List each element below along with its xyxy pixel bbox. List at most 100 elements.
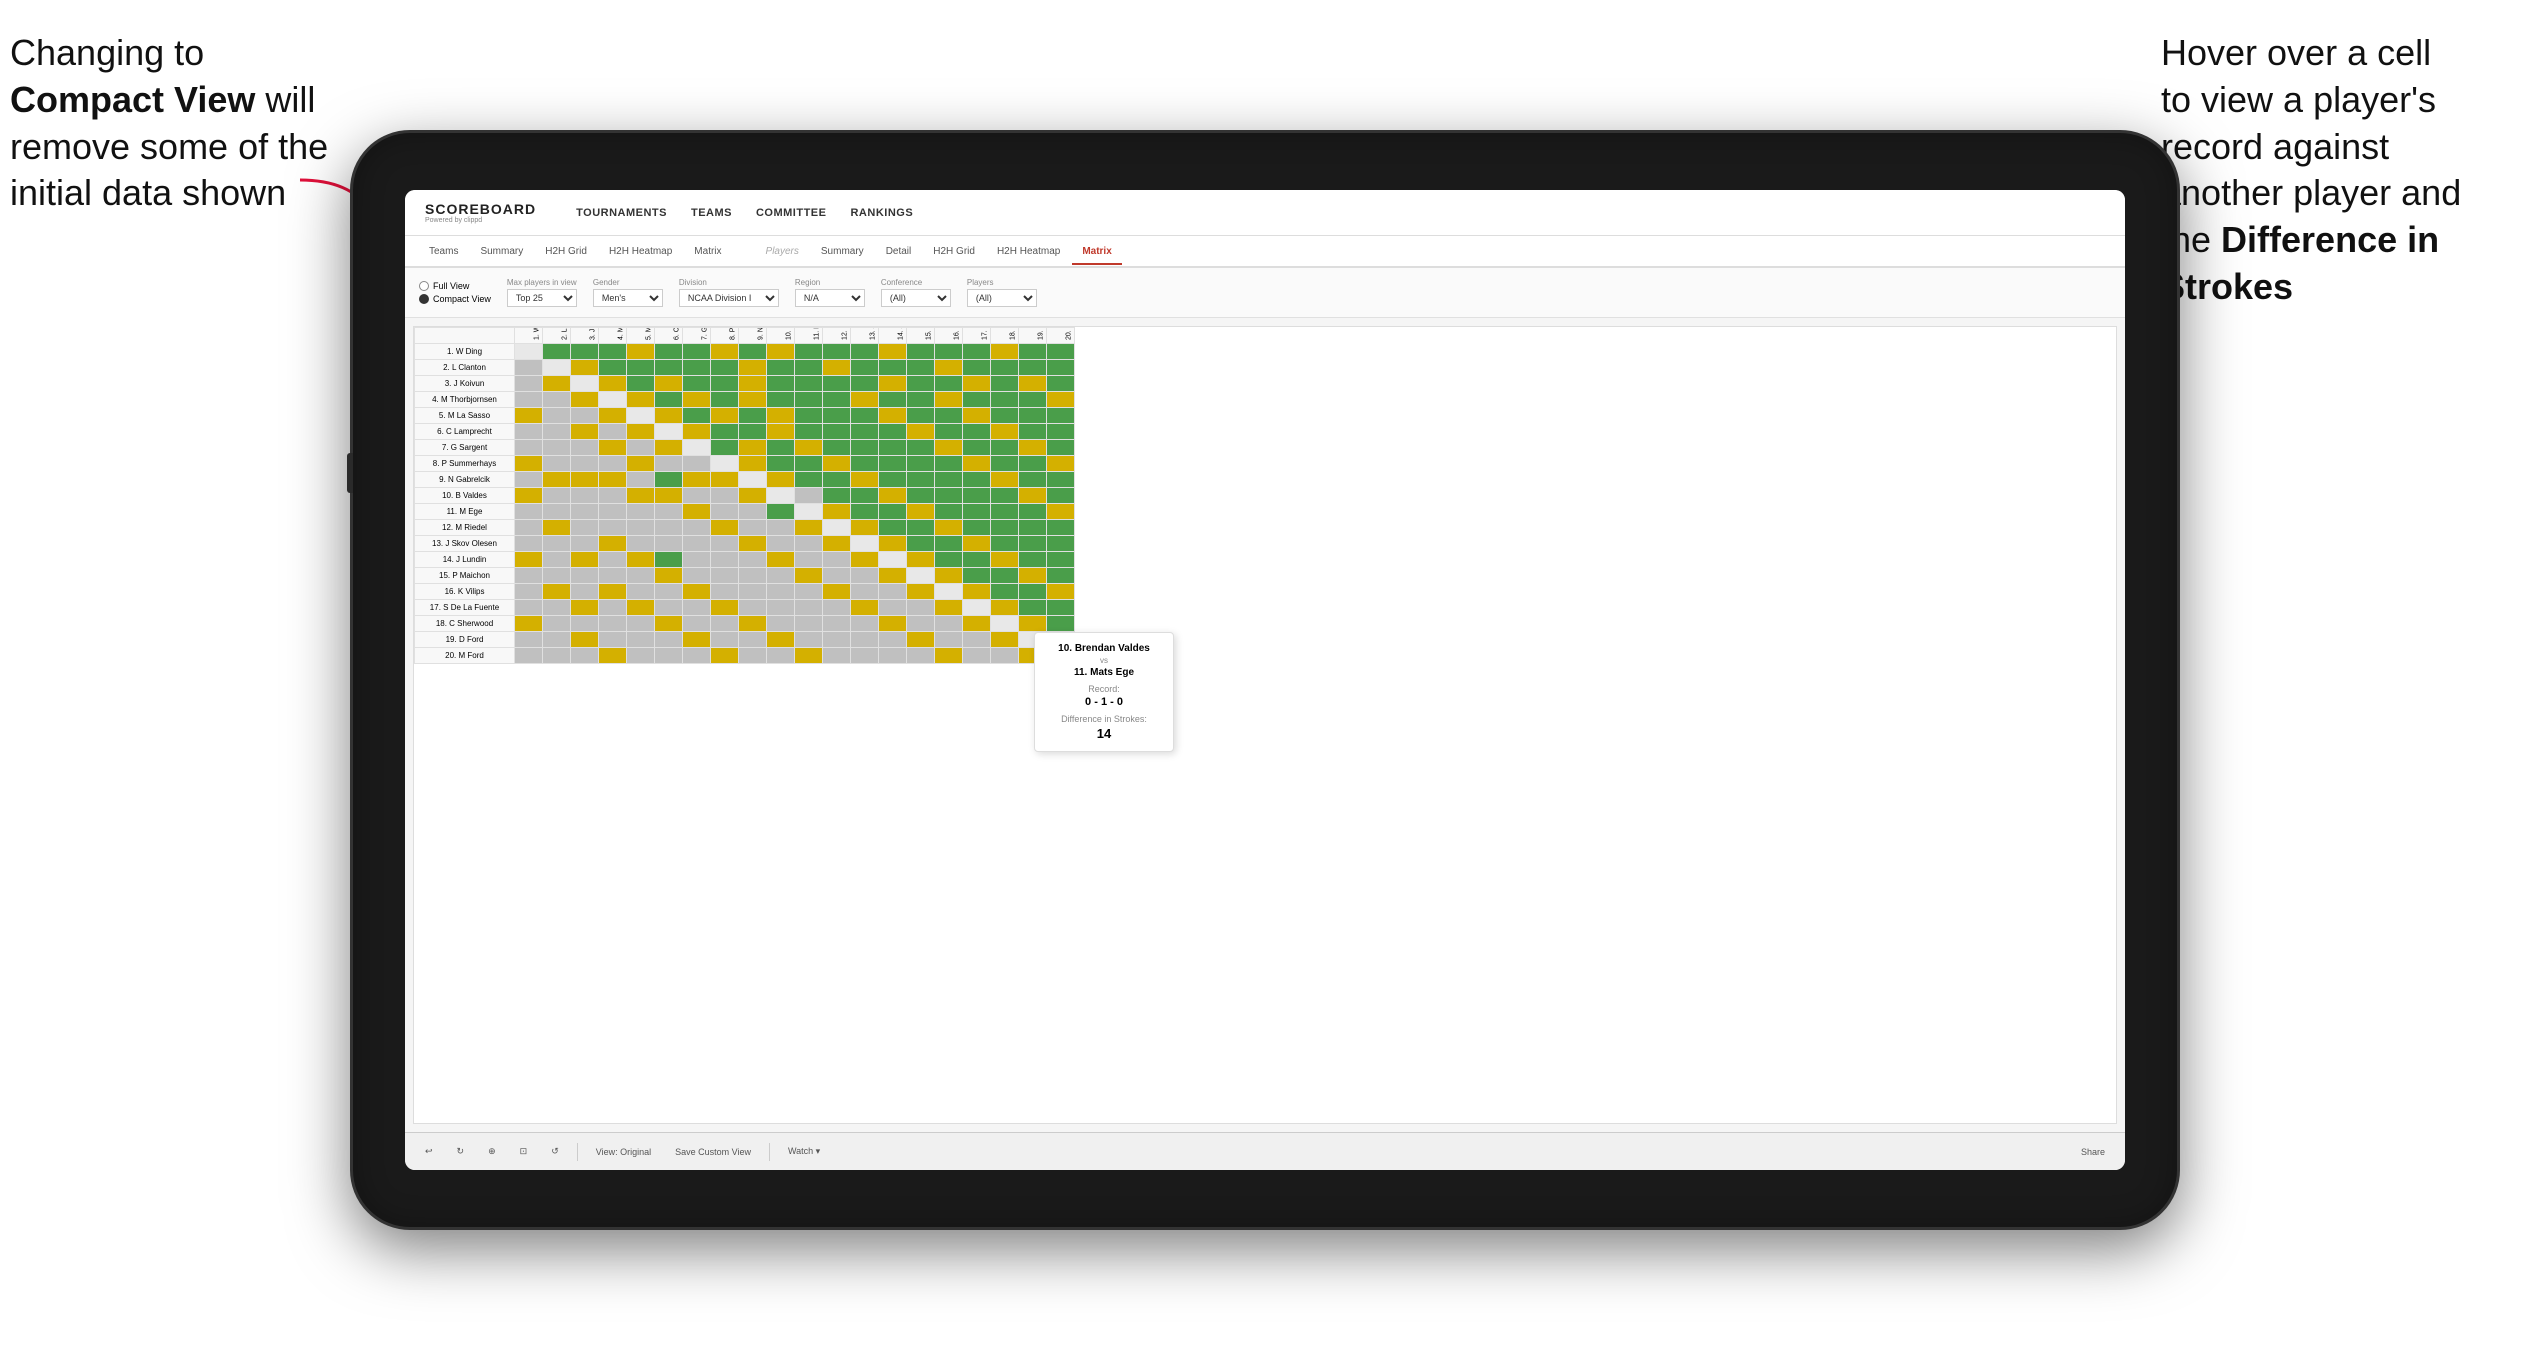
matrix-cell[interactable] bbox=[571, 360, 599, 376]
matrix-cell[interactable] bbox=[543, 536, 571, 552]
matrix-cell[interactable] bbox=[991, 344, 1019, 360]
reset-button[interactable]: ↺ bbox=[545, 1143, 565, 1160]
matrix-cell[interactable] bbox=[767, 456, 795, 472]
matrix-cell[interactable] bbox=[963, 616, 991, 632]
matrix-cell[interactable] bbox=[767, 504, 795, 520]
matrix-cell[interactable] bbox=[683, 632, 711, 648]
matrix-cell[interactable] bbox=[599, 600, 627, 616]
matrix-cell[interactable] bbox=[767, 472, 795, 488]
matrix-cell[interactable] bbox=[655, 392, 683, 408]
matrix-cell[interactable] bbox=[767, 488, 795, 504]
matrix-cell[interactable] bbox=[963, 568, 991, 584]
matrix-cell[interactable] bbox=[767, 632, 795, 648]
matrix-cell[interactable] bbox=[683, 488, 711, 504]
matrix-cell[interactable] bbox=[543, 568, 571, 584]
matrix-cell[interactable] bbox=[711, 648, 739, 664]
matrix-cell[interactable] bbox=[767, 392, 795, 408]
matrix-cell[interactable] bbox=[571, 504, 599, 520]
matrix-cell[interactable] bbox=[935, 408, 963, 424]
matrix-cell[interactable] bbox=[543, 600, 571, 616]
nav-committee[interactable]: COMMITTEE bbox=[756, 203, 827, 223]
matrix-cell[interactable] bbox=[795, 536, 823, 552]
matrix-cell[interactable] bbox=[1019, 488, 1047, 504]
matrix-cell[interactable] bbox=[739, 632, 767, 648]
matrix-cell[interactable] bbox=[655, 440, 683, 456]
matrix-cell[interactable] bbox=[823, 632, 851, 648]
watch-button[interactable]: Watch ▾ bbox=[782, 1143, 826, 1160]
matrix-cell[interactable] bbox=[711, 616, 739, 632]
matrix-cell[interactable] bbox=[795, 408, 823, 424]
matrix-cell[interactable] bbox=[1019, 344, 1047, 360]
matrix-cell[interactable] bbox=[1047, 360, 1075, 376]
matrix-cell[interactable] bbox=[571, 616, 599, 632]
matrix-cell[interactable] bbox=[991, 392, 1019, 408]
matrix-cell[interactable] bbox=[627, 392, 655, 408]
matrix-cell[interactable] bbox=[543, 488, 571, 504]
matrix-cell[interactable] bbox=[515, 344, 543, 360]
matrix-cell[interactable] bbox=[963, 520, 991, 536]
matrix-cell[interactable] bbox=[515, 520, 543, 536]
matrix-cell[interactable] bbox=[571, 552, 599, 568]
matrix-cell[interactable] bbox=[1047, 392, 1075, 408]
matrix-cell[interactable] bbox=[515, 632, 543, 648]
matrix-cell[interactable] bbox=[963, 456, 991, 472]
matrix-cell[interactable] bbox=[599, 584, 627, 600]
matrix-cell[interactable] bbox=[599, 616, 627, 632]
matrix-cell[interactable] bbox=[767, 520, 795, 536]
subnav-h2hheatmap-left[interactable]: H2H Heatmap bbox=[599, 240, 682, 263]
matrix-cell[interactable] bbox=[711, 376, 739, 392]
matrix-cell[interactable] bbox=[627, 536, 655, 552]
matrix-cell[interactable] bbox=[935, 552, 963, 568]
matrix-cell[interactable] bbox=[571, 584, 599, 600]
matrix-cell[interactable] bbox=[655, 616, 683, 632]
matrix-cell[interactable] bbox=[1047, 568, 1075, 584]
matrix-cell[interactable] bbox=[851, 632, 879, 648]
matrix-cell[interactable] bbox=[627, 488, 655, 504]
matrix-cell[interactable] bbox=[515, 408, 543, 424]
matrix-cell[interactable] bbox=[739, 648, 767, 664]
matrix-cell[interactable] bbox=[907, 472, 935, 488]
matrix-cell[interactable] bbox=[795, 568, 823, 584]
matrix-cell[interactable] bbox=[851, 408, 879, 424]
matrix-cell[interactable] bbox=[571, 520, 599, 536]
matrix-cell[interactable] bbox=[515, 360, 543, 376]
matrix-cell[interactable] bbox=[851, 360, 879, 376]
matrix-cell[interactable] bbox=[627, 600, 655, 616]
matrix-cell[interactable] bbox=[655, 520, 683, 536]
matrix-cell[interactable] bbox=[907, 616, 935, 632]
matrix-cell[interactable] bbox=[655, 376, 683, 392]
matrix-cell[interactable] bbox=[795, 344, 823, 360]
matrix-cell[interactable] bbox=[963, 376, 991, 392]
matrix-cell[interactable] bbox=[935, 360, 963, 376]
matrix-cell[interactable] bbox=[1047, 600, 1075, 616]
matrix-cell[interactable] bbox=[543, 632, 571, 648]
matrix-cell[interactable] bbox=[907, 584, 935, 600]
matrix-cell[interactable] bbox=[879, 520, 907, 536]
matrix-cell[interactable] bbox=[767, 568, 795, 584]
matrix-cell[interactable] bbox=[739, 600, 767, 616]
matrix-cell[interactable] bbox=[963, 504, 991, 520]
matrix-cell[interactable] bbox=[683, 392, 711, 408]
matrix-cell[interactable] bbox=[851, 344, 879, 360]
matrix-container[interactable]: 10. Brendan Valdes vs 11. Mats Ege Recor… bbox=[413, 326, 2117, 1124]
subnav-teams[interactable]: Teams bbox=[419, 240, 468, 263]
matrix-cell[interactable] bbox=[627, 552, 655, 568]
max-players-select[interactable]: Top 25 bbox=[507, 289, 577, 307]
matrix-cell[interactable] bbox=[571, 408, 599, 424]
matrix-cell[interactable] bbox=[991, 440, 1019, 456]
division-select[interactable]: NCAA Division I bbox=[679, 289, 779, 307]
matrix-cell[interactable] bbox=[991, 472, 1019, 488]
matrix-cell[interactable] bbox=[543, 616, 571, 632]
matrix-cell[interactable] bbox=[879, 504, 907, 520]
matrix-cell[interactable] bbox=[543, 648, 571, 664]
matrix-cell[interactable] bbox=[823, 568, 851, 584]
matrix-cell[interactable] bbox=[823, 440, 851, 456]
matrix-cell[interactable] bbox=[711, 584, 739, 600]
matrix-cell[interactable] bbox=[571, 600, 599, 616]
matrix-cell[interactable] bbox=[543, 360, 571, 376]
matrix-cell[interactable] bbox=[683, 600, 711, 616]
matrix-cell[interactable] bbox=[739, 344, 767, 360]
matrix-cell[interactable] bbox=[599, 424, 627, 440]
subnav-matrix-left[interactable]: Matrix bbox=[684, 240, 731, 263]
matrix-cell[interactable] bbox=[991, 584, 1019, 600]
